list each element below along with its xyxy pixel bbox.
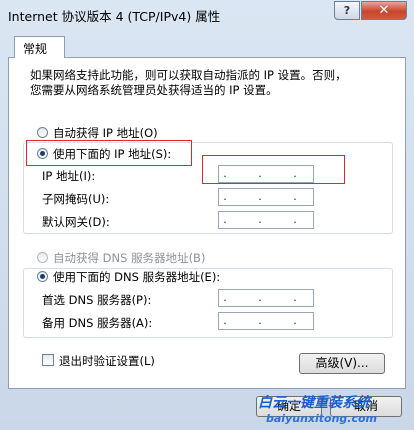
gateway-dots: . . . bbox=[223, 213, 311, 226]
gateway-label: 默认网关(D): bbox=[42, 215, 110, 229]
close-button[interactable]: ✕ bbox=[361, 1, 407, 20]
advanced-button[interactable]: 高级(V)... bbox=[299, 353, 385, 374]
alternate-dns-dots: . . . bbox=[223, 314, 311, 327]
intro-text-line2: 您需要从网络系统管理员处获得适当的 IP 设置。 bbox=[30, 83, 278, 97]
ip-address-label: IP 地址(I): bbox=[42, 169, 96, 183]
validate-settings-label: 退出时验证设置(L) bbox=[59, 354, 155, 368]
auto-dns-label: 自动获得 DNS 服务器地址(B) bbox=[53, 251, 206, 265]
subnet-dots: . . . bbox=[223, 190, 311, 203]
preferred-dns-label: 首选 DNS 服务器(P): bbox=[42, 293, 152, 307]
alternate-dns-label: 备用 DNS 服务器(A): bbox=[42, 316, 153, 330]
tcpip-properties-dialog: Internet 协议版本 4 (TCP/IPv4) 属性 ? ✕ 常规 如果网… bbox=[0, 0, 414, 430]
auto-dns-radio[interactable] bbox=[37, 252, 48, 263]
window-title: Internet 协议版本 4 (TCP/IPv4) 属性 bbox=[8, 9, 221, 24]
manual-dns-radio[interactable] bbox=[37, 271, 48, 282]
watermark: 白云一键重装系统 baiyunxitong.com bbox=[244, 390, 410, 428]
general-panel: 如果网络支持此功能，则可以获取自动指派的 IP 设置。否则， 您需要从网络系统管… bbox=[8, 57, 406, 389]
preferred-dns-dots: . . . bbox=[223, 291, 311, 304]
auto-ip-label: 自动获得 IP 地址(O) bbox=[53, 126, 158, 140]
validate-settings-checkbox[interactable] bbox=[42, 354, 54, 366]
alternate-dns-field[interactable]: . . . bbox=[218, 312, 314, 330]
watermark-line2: baiyunxitong.com bbox=[266, 412, 378, 425]
subnet-mask-label: 子网掩码(U): bbox=[42, 192, 110, 206]
intro-text-line1: 如果网络支持此功能，则可以获取自动指派的 IP 设置。否则， bbox=[30, 68, 347, 82]
auto-ip-radio[interactable] bbox=[37, 127, 48, 138]
manual-ip-radio[interactable] bbox=[37, 148, 48, 159]
manual-dns-label: 使用下面的 DNS 服务器地址(E): bbox=[53, 270, 221, 284]
help-button[interactable]: ? bbox=[334, 1, 360, 20]
tab-general[interactable]: 常规 bbox=[14, 36, 65, 58]
watermark-line1: 白云一键重装系统 bbox=[258, 395, 370, 411]
subnet-mask-field[interactable]: . . . bbox=[218, 188, 314, 206]
gateway-field[interactable]: . . . bbox=[218, 211, 314, 229]
preferred-dns-field[interactable]: . . . bbox=[218, 289, 314, 307]
highlight-ip-field bbox=[202, 155, 345, 184]
manual-ip-label: 使用下面的 IP 地址(S): bbox=[53, 147, 172, 161]
title-bar: Internet 协议版本 4 (TCP/IPv4) 属性 ? ✕ bbox=[0, 0, 414, 28]
